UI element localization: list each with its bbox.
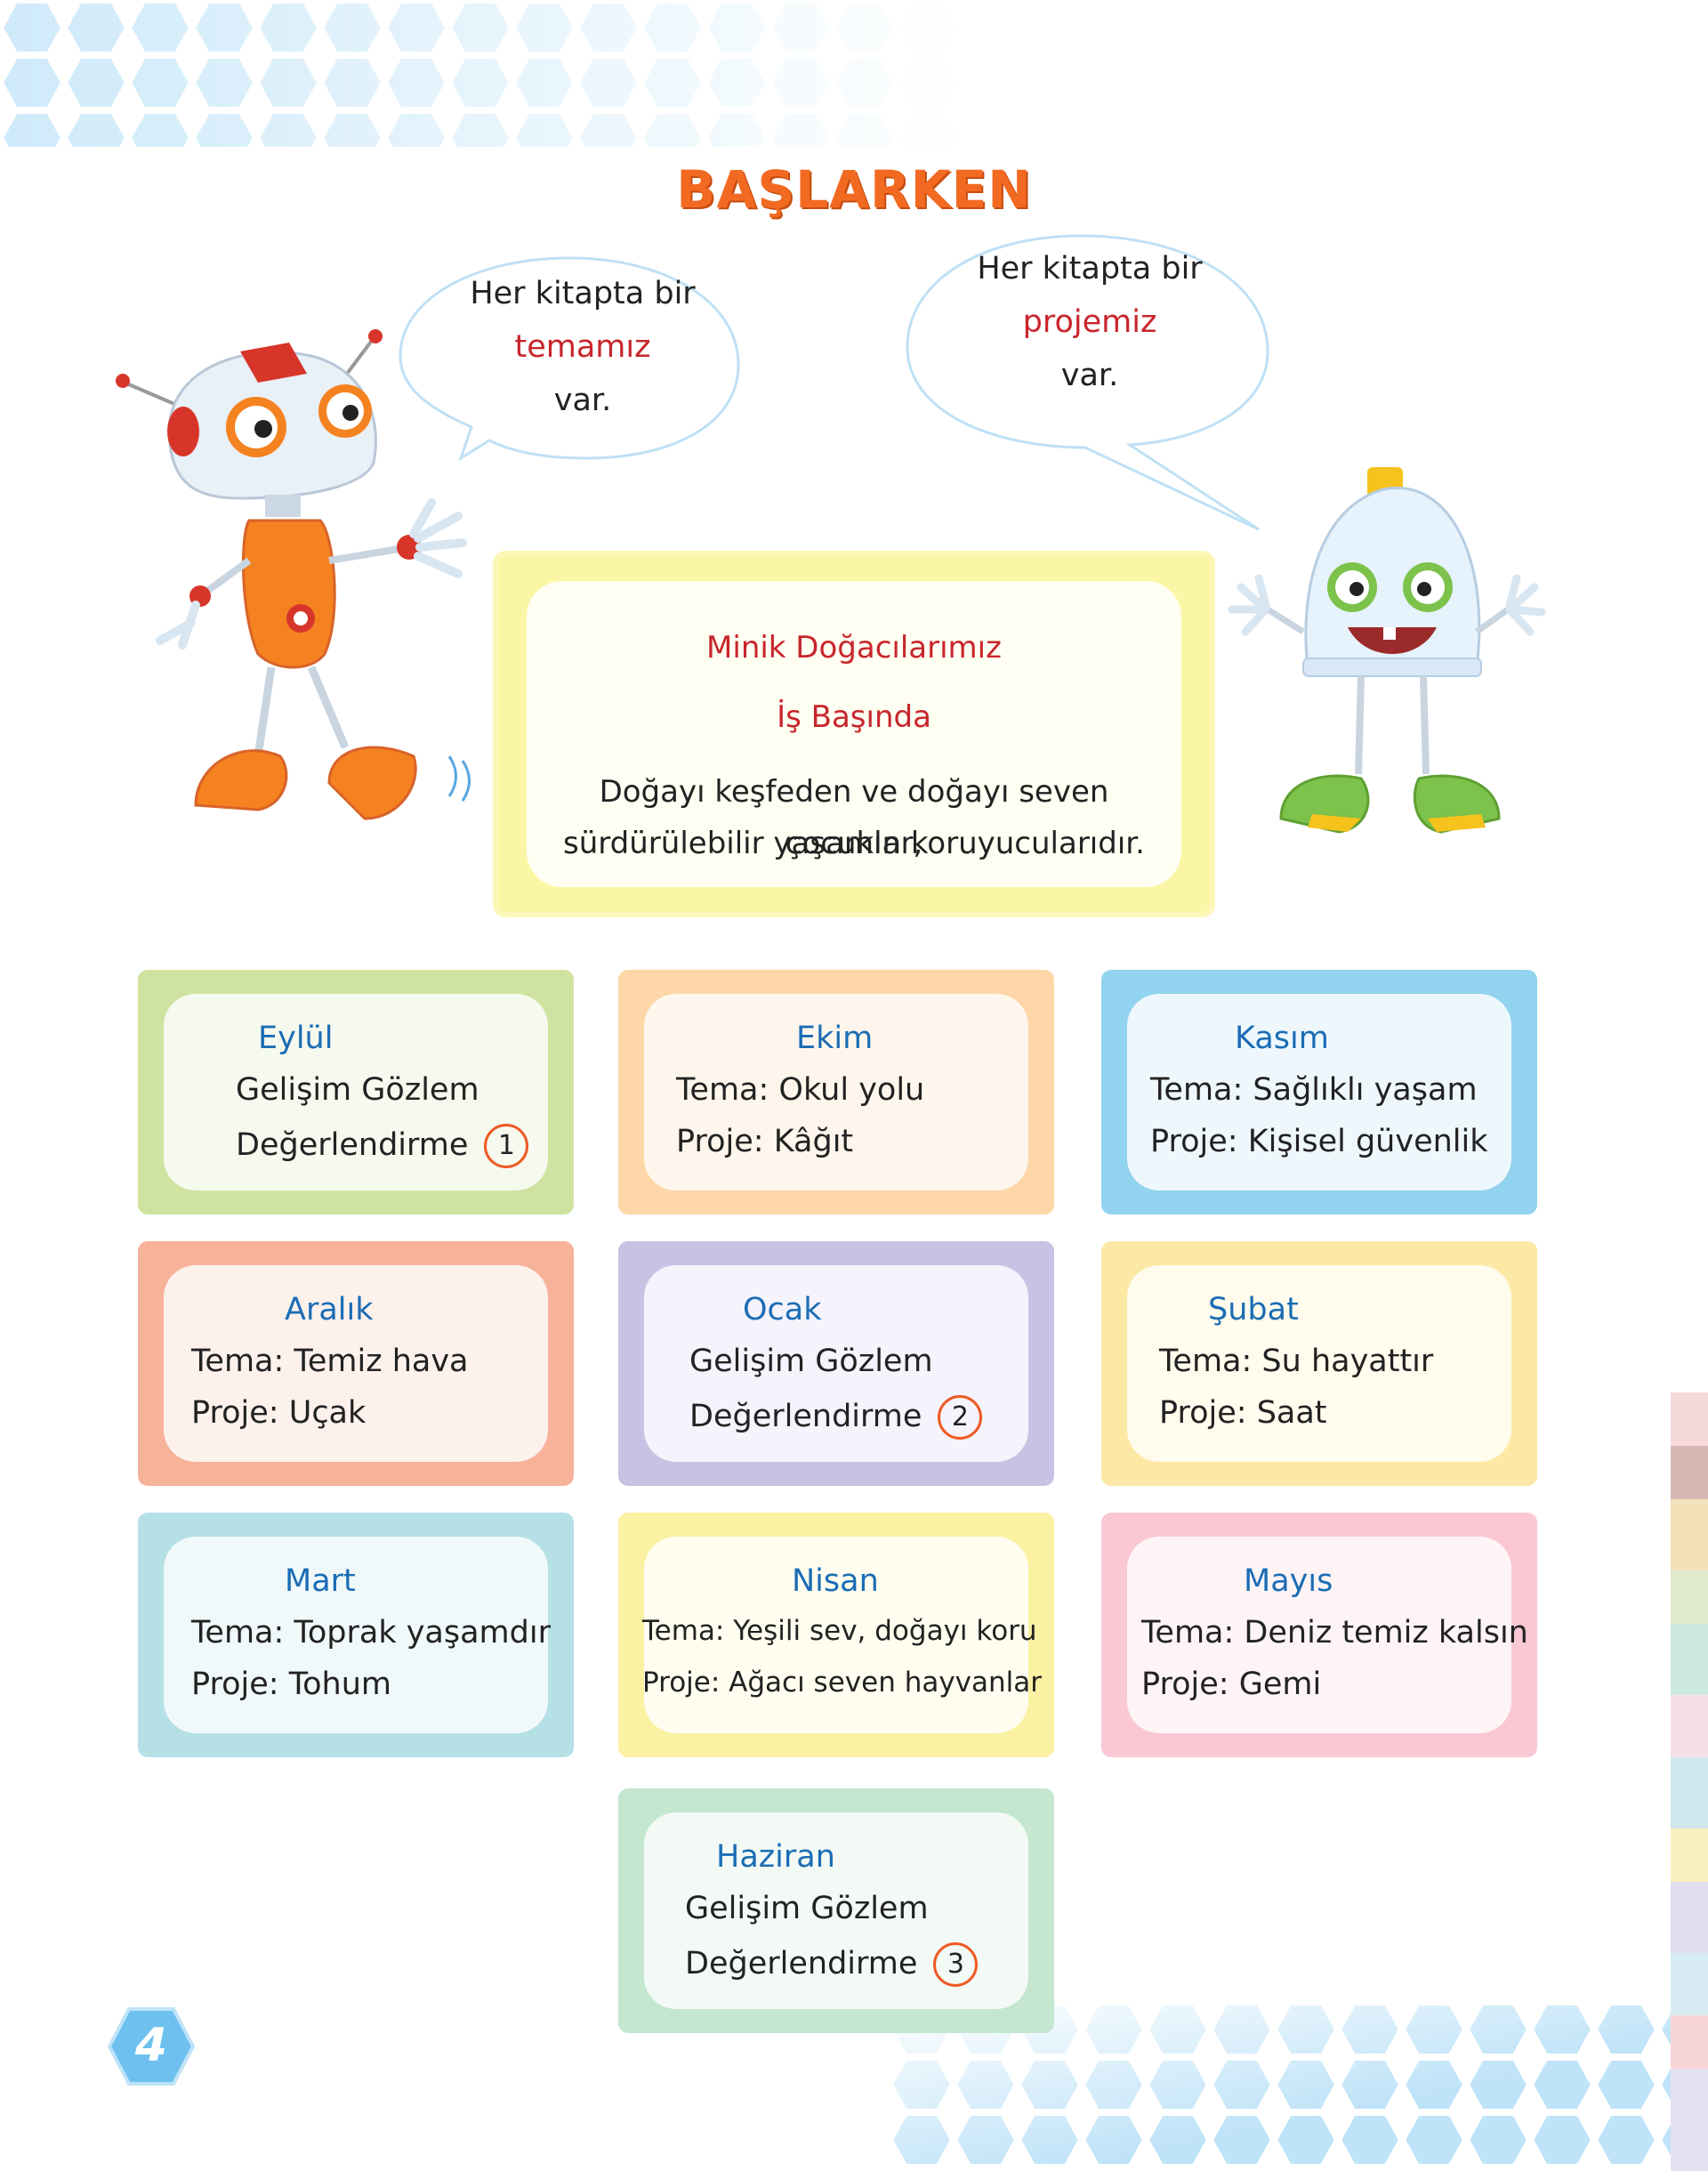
- month-card-line-2-text: Değerlendirme: [685, 1946, 918, 1981]
- month-card-line-2: Proje: Saat: [1159, 1395, 1327, 1431]
- month-card-line-1: Tema: Toprak yaşamdır: [191, 1615, 551, 1650]
- intro-text-line-2: sürdürülebilir yaşamın koruyucularıdır.: [563, 826, 1145, 861]
- month-card-line-2-text: Değerlendirme: [236, 1127, 469, 1163]
- month-card-line-1: Tema: Okul yolu: [676, 1072, 925, 1108]
- month-card-line-2: Proje: Gemi: [1141, 1667, 1321, 1702]
- month-card-line-2: Değerlendirme 3: [685, 1942, 979, 1987]
- month-card-line-1: Gelişim Gözlem: [236, 1072, 479, 1108]
- month-card-line-2: Proje: Ağacı seven hayvanlar: [642, 1667, 1042, 1699]
- month-card-line-2: Proje: Kişisel güvenlik: [1150, 1124, 1488, 1159]
- month-card: Ocak Gelişim Gözlem Değerlendirme 2: [623, 1246, 1050, 1481]
- month-card-line-2-text: Proje: Saat: [1159, 1395, 1327, 1431]
- month-card-title: Kasım: [1235, 1021, 1329, 1056]
- month-card: Eylül Gelişim Gözlem Değerlendirme 1: [142, 974, 569, 1210]
- month-card-title: Eylül: [258, 1021, 334, 1056]
- month-card-title: Ekim: [796, 1021, 874, 1056]
- blue-robot-illustration: [1228, 467, 1546, 834]
- month-card-line-1: Gelişim Gözlem: [685, 1891, 929, 1926]
- month-card-line-2-text: Proje: Tohum: [191, 1667, 392, 1702]
- month-card-inner: Haziran Gelişim Gözlem Değerlendirme 3: [644, 1812, 1028, 2009]
- month-card-line-2-text: Proje: Uçak: [191, 1395, 367, 1431]
- month-card: Şubat Tema: Su hayattır Proje: Saat: [1106, 1246, 1533, 1481]
- month-card-line-2: Proje: Uçak: [191, 1395, 366, 1431]
- month-card-line-2-text: Proje: Ağacı seven hayvanlar: [642, 1667, 1043, 1699]
- month-card-line-2: Proje: Kâğıt: [676, 1124, 853, 1159]
- side-index-tabs: [1671, 1392, 1708, 2171]
- month-card-line-2-text: Değerlendirme: [689, 1399, 922, 1434]
- month-card-line-2-text: Proje: Kâğıt: [676, 1124, 854, 1159]
- month-card-line-1: Tema: Temiz hava: [191, 1344, 469, 1379]
- month-card-title: Aralık: [285, 1292, 374, 1328]
- month-card: Kasım Tema: Sağlıklı yaşam Proje: Kişisel …: [1106, 974, 1533, 1210]
- assessment-number-badge: 1: [484, 1124, 529, 1168]
- month-card: Ekim Tema: Okul yolu Proje: Kâğıt: [623, 974, 1050, 1210]
- month-card-inner: Ekim Tema: Okul yolu Proje: Kâğıt: [644, 994, 1028, 1190]
- page-number: 4: [134, 2019, 168, 2072]
- intro-box: Minik Doğacılarımız İş Başında Doğayı ke…: [498, 556, 1210, 912]
- month-card: Aralık Tema: Temiz hava Proje: Uçak: [142, 1246, 569, 1481]
- month-card-line-1: Gelişim Gözlem: [689, 1344, 933, 1379]
- month-card-title: Mart: [285, 1563, 356, 1599]
- month-card-title: Şubat: [1208, 1292, 1299, 1328]
- month-card-inner: Nisan Tema: Yeşili sev, doğayı koru Proje:…: [642, 1537, 1042, 1733]
- month-card-line-2: Proje: Tohum: [191, 1667, 391, 1702]
- intro-heading-2: İş Başında: [777, 699, 931, 735]
- bubble-left-line1: Her kitapta bir: [470, 276, 696, 311]
- month-card-line-1: Tema: Deniz temiz kalsın: [1141, 1615, 1528, 1650]
- month-card-inner: Eylül Gelişim Gözlem Değerlendirme 1: [164, 994, 548, 1190]
- month-card: Mayıs Tema: Deniz temiz kalsın Proje: Gemi: [1106, 1517, 1533, 1753]
- month-card-inner: Mart Tema: Toprak yaşamdır Proje: Tohum: [164, 1537, 551, 1733]
- month-card-inner: Aralık Tema: Temiz hava Proje: Uçak: [164, 1265, 548, 1462]
- month-card-title: Ocak: [743, 1292, 822, 1328]
- intro-box-inner: Minik Doğacılarımız İş Başında Doğayı ke…: [527, 581, 1181, 887]
- orange-robot-illustration: [116, 329, 471, 820]
- month-card-line-1: Tema: Su hayattır: [1159, 1344, 1434, 1379]
- speech-bubble-right-text: Her kitapta bir projemiz var.: [921, 242, 1259, 402]
- month-card-line-1: Tema: Sağlıklı yaşam: [1150, 1072, 1478, 1108]
- month-card-line-2-text: Proje: Gemi: [1141, 1667, 1322, 1702]
- month-card-title: Nisan: [792, 1563, 879, 1599]
- month-card-line-2: Değerlendirme 1: [236, 1124, 529, 1168]
- month-card-title: Mayıs: [1244, 1563, 1333, 1599]
- month-card-line-2: Değerlendirme 2: [689, 1395, 983, 1440]
- assessment-number-badge: 2: [938, 1395, 983, 1440]
- month-card-inner: Ocak Gelişim Gözlem Değerlendirme 2: [644, 1265, 1028, 1462]
- month-card: Mart Tema: Toprak yaşamdır Proje: Tohum: [142, 1517, 569, 1753]
- month-card: Haziran Gelişim Gözlem Değerlendirme 3: [623, 1793, 1050, 2029]
- month-card-line-1: Tema: Yeşili sev, doğayı koru: [642, 1615, 1037, 1647]
- assessment-number-badge: 3: [933, 1942, 979, 1987]
- honeycomb-top-decoration: [0, 0, 979, 147]
- month-card-inner: Kasım Tema: Sağlıklı yaşam Proje: Kişisel …: [1127, 994, 1511, 1190]
- month-card: Nisan Tema: Yeşili sev, doğayı koru Proje:…: [623, 1517, 1050, 1753]
- bubble-right-line3: var.: [1060, 358, 1119, 393]
- month-card-line-2-text: Proje: Kişisel güvenlik: [1150, 1124, 1488, 1159]
- month-card-inner: Şubat Tema: Su hayattır Proje: Saat: [1127, 1265, 1511, 1462]
- month-card-inner: Mayıs Tema: Deniz temiz kalsın Proje: Gemi: [1127, 1537, 1528, 1733]
- page-title: BAŞLARKEN: [676, 158, 1032, 220]
- bubble-right-highlight: projemiz: [1022, 304, 1157, 340]
- intro-heading-1: Minik Doğacılarımız: [706, 630, 1002, 666]
- bubble-right-line1: Her kitapta bir: [977, 251, 1203, 287]
- month-card-title: Haziran: [716, 1839, 835, 1875]
- page-number-badge: 4: [107, 2006, 196, 2086]
